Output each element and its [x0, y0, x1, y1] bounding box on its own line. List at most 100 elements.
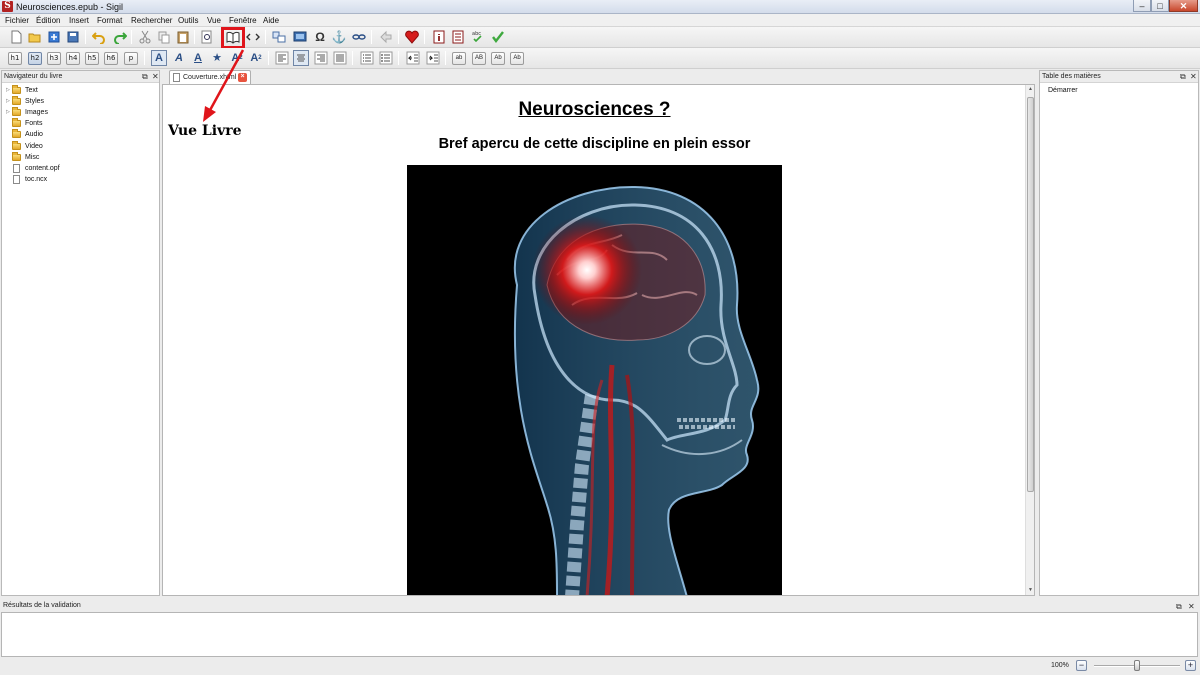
vue-livre-annotation: Vue Livre	[168, 123, 242, 139]
folder-icon	[12, 141, 21, 150]
menu-insert[interactable]: Insert	[69, 15, 89, 26]
float-panel-icon[interactable]: ⧉	[1176, 601, 1182, 612]
add-file-icon[interactable]	[46, 29, 62, 45]
tree-folder-fonts[interactable]: Fonts	[6, 118, 43, 129]
heading-h3-button[interactable]: h3	[47, 52, 61, 65]
copy-icon[interactable]	[156, 29, 172, 45]
paste-icon[interactable]	[175, 29, 191, 45]
subscript-icon[interactable]: A2	[229, 50, 245, 66]
redo-icon[interactable]	[112, 29, 128, 45]
scroll-down-icon[interactable]: ▼	[1026, 586, 1034, 595]
tree-folder-styles[interactable]: ▷ Styles	[6, 96, 44, 107]
superscript-icon[interactable]: A2	[248, 50, 264, 66]
open-folder-icon[interactable]	[27, 29, 43, 45]
find-replace-icon[interactable]	[199, 29, 215, 45]
tab-couverture[interactable]: Couverture.xhtml ×	[169, 70, 251, 85]
toc-item-demarrer[interactable]: Démarrer	[1048, 85, 1078, 96]
save-icon[interactable]	[65, 29, 81, 45]
minimize-button[interactable]: –	[1133, 0, 1151, 12]
donate-heart-icon[interactable]	[404, 29, 420, 45]
menu-outils[interactable]: Outils	[178, 15, 198, 26]
tree-folder-video[interactable]: Video	[6, 141, 43, 152]
tree-file-toc-ncx[interactable]: toc.ncx	[6, 174, 47, 185]
tree-folder-misc[interactable]: Misc	[6, 152, 39, 163]
maximize-button[interactable]: □	[1151, 0, 1169, 12]
insert-special-char-icon[interactable]: Ω	[312, 29, 328, 45]
title-case-button[interactable]: Ab	[510, 52, 524, 65]
bullet-list-icon[interactable]	[359, 50, 375, 66]
menu-fichier[interactable]: Fichier	[5, 15, 29, 26]
insert-image-icon[interactable]	[292, 29, 308, 45]
bold-icon[interactable]: A	[151, 50, 167, 66]
scroll-up-icon[interactable]: ▲	[1026, 85, 1034, 94]
menu-vue[interactable]: Vue	[207, 15, 221, 26]
float-panel-icon[interactable]: ⧉	[1180, 71, 1186, 82]
editor-scrollbar[interactable]: ▲ ▼	[1025, 85, 1034, 595]
scroll-thumb[interactable]	[1027, 97, 1034, 492]
code-view-icon[interactable]	[245, 29, 261, 45]
back-arrow-icon[interactable]	[378, 29, 394, 45]
zoom-level: 100%	[1051, 662, 1069, 669]
heading-h6-button[interactable]: h6	[104, 52, 118, 65]
editor-tabstrip: Couverture.xhtml ×	[162, 69, 1035, 85]
menu-rechercher[interactable]: Rechercher	[131, 15, 172, 26]
zoom-in-button[interactable]: +	[1185, 660, 1196, 671]
metadata-info-icon[interactable]	[431, 29, 447, 45]
document-subtitle: Bref apercu de cette discipline en plein…	[438, 136, 751, 152]
close-panel-icon[interactable]: ✕	[1188, 601, 1195, 612]
validate-check-icon[interactable]	[490, 29, 506, 45]
menu-format[interactable]: Format	[97, 15, 122, 26]
folder-icon	[12, 129, 21, 138]
toc-panel: Table des matières ⧉ ✕ Démarrer	[1039, 70, 1199, 596]
heading-h2-button[interactable]: h2	[28, 52, 42, 65]
insert-anchor-icon[interactable]: ⚓	[331, 29, 347, 45]
toc-list-icon[interactable]	[450, 29, 466, 45]
align-left-icon[interactable]	[274, 50, 290, 66]
paragraph-button[interactable]: p	[124, 52, 138, 65]
lowercase-button[interactable]: ab	[452, 52, 466, 65]
uppercase-button[interactable]: AB	[472, 52, 486, 65]
menu-fenetre[interactable]: Fenêtre	[229, 15, 257, 26]
validation-title: Résultats de la validation	[0, 600, 1200, 612]
tree-folder-text[interactable]: ▷ Text	[6, 85, 38, 96]
spellcheck-icon[interactable]: abc	[470, 29, 486, 45]
align-justify-icon[interactable]	[332, 50, 348, 66]
insert-link-icon[interactable]	[351, 29, 367, 45]
book-view-highlight	[221, 27, 245, 49]
zoom-slider-handle[interactable]	[1134, 660, 1140, 671]
cut-icon[interactable]	[137, 29, 153, 45]
folder-icon	[12, 152, 21, 161]
file-icon	[13, 175, 20, 184]
tree-file-content-opf[interactable]: content.opf	[6, 163, 60, 174]
close-button[interactable]: ✕	[1169, 0, 1198, 12]
undo-icon[interactable]	[91, 29, 107, 45]
float-panel-icon[interactable]: ⧉	[142, 71, 148, 82]
align-right-icon[interactable]	[313, 50, 329, 66]
numbered-list-icon[interactable]	[378, 50, 394, 66]
heading-h5-button[interactable]: h5	[85, 52, 99, 65]
heading-h4-button[interactable]: h4	[66, 52, 80, 65]
underline-icon[interactable]: A	[190, 50, 206, 66]
menu-aide[interactable]: Aide	[263, 15, 279, 26]
document-title: Neurosciences ?	[518, 99, 671, 120]
decrease-indent-icon[interactable]	[405, 50, 421, 66]
status-bar: 100% − +	[0, 657, 1200, 675]
tree-folder-images[interactable]: ▷ Images	[6, 107, 48, 118]
sentence-case-button[interactable]: Ab	[491, 52, 505, 65]
split-view-icon[interactable]	[271, 29, 287, 45]
tree-folder-audio[interactable]: Audio	[6, 129, 43, 140]
close-panel-icon[interactable]: ✕	[152, 71, 159, 82]
close-panel-icon[interactable]: ✕	[1190, 71, 1197, 82]
align-center-icon[interactable]	[293, 50, 309, 66]
close-tab-icon[interactable]: ×	[238, 73, 247, 82]
zoom-out-button[interactable]: −	[1076, 660, 1087, 671]
folder-icon	[12, 85, 21, 94]
toc-title: Table des matières	[1040, 71, 1198, 83]
strikethrough-icon[interactable]: ★	[209, 50, 225, 66]
menu-edition[interactable]: Édition	[36, 15, 60, 26]
heading-h1-button[interactable]: h1	[8, 52, 22, 65]
book-view-editor[interactable]: Neurosciences ? Bref apercu de cette dis…	[162, 84, 1035, 596]
italic-icon[interactable]: A	[171, 50, 187, 66]
new-file-icon[interactable]	[8, 29, 24, 45]
increase-indent-icon[interactable]	[425, 50, 441, 66]
